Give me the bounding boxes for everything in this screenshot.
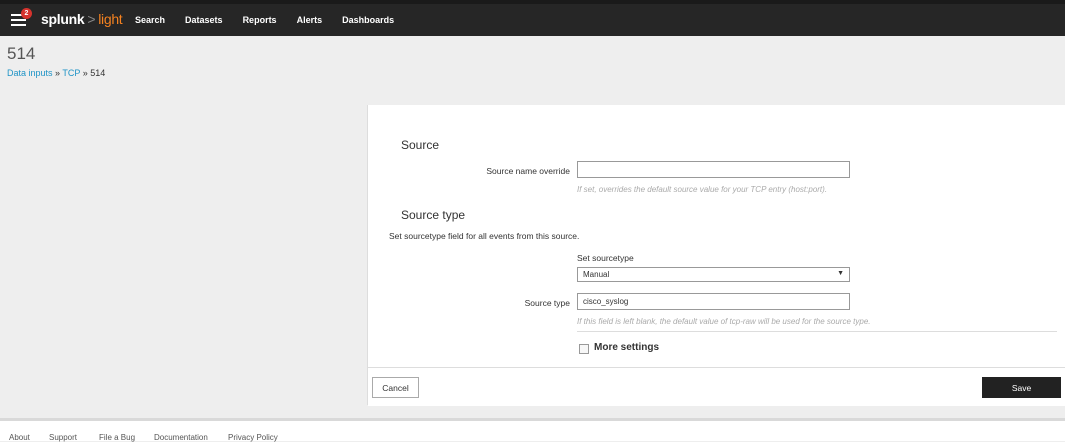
nav-dashboards[interactable]: Dashboards [342, 15, 394, 25]
page-title: 514 [7, 44, 36, 63]
main-nav: Search Datasets Reports Alerts Dashboard… [135, 15, 414, 25]
nav-reports[interactable]: Reports [243, 15, 277, 25]
breadcrumb: Data inputs » TCP » 514 [7, 68, 105, 78]
source-section-title: Source [401, 138, 440, 152]
more-settings-checkbox[interactable] [579, 344, 589, 354]
footer-links: About Support File a Bug Documentation P… [0, 421, 1065, 442]
source-name-override-label: Source name override [486, 166, 570, 176]
divider [577, 331, 1057, 332]
source-name-override-input[interactable] [577, 161, 850, 178]
form-action-bar: Cancel Save [368, 367, 1065, 406]
logo-separator: > [87, 11, 96, 27]
breadcrumb-separator: » [82, 68, 88, 78]
set-sourcetype-value: Manual [583, 270, 610, 279]
breadcrumb-tcp-link[interactable]: TCP [62, 68, 80, 78]
notification-badge[interactable]: 2 [21, 8, 32, 19]
edit-input-panel: Source Source name override If set, over… [367, 105, 1065, 406]
hamburger-menu-icon[interactable]: 2 [11, 8, 32, 28]
save-button[interactable]: Save [982, 377, 1061, 398]
breadcrumb-data-inputs-link[interactable]: Data inputs [7, 68, 53, 78]
breadcrumb-separator: » [55, 68, 61, 78]
set-sourcetype-select[interactable]: Manual ▼ [577, 267, 850, 282]
cancel-button[interactable]: Cancel [372, 377, 419, 398]
logo-product: light [98, 11, 123, 27]
top-navbar: 2 splunk > light Search Datasets Reports A… [0, 0, 1065, 36]
nav-datasets[interactable]: Datasets [185, 15, 223, 25]
source-type-section-title: Source type [401, 208, 466, 222]
logo-brand: splunk [41, 11, 85, 27]
breadcrumb-current: 514 [90, 68, 106, 78]
nav-search[interactable]: Search [135, 15, 165, 25]
nav-alerts[interactable]: Alerts [297, 15, 323, 25]
splunk-light-logo[interactable]: splunk > light [41, 11, 123, 27]
source-type-input[interactable] [577, 293, 850, 310]
source-type-description: Set sourcetype field for all events from… [389, 231, 580, 241]
source-name-help-text: If set, overrides the default source val… [577, 185, 828, 194]
source-type-help-text: If this field is left blank, the default… [577, 317, 871, 326]
source-type-label: Source type [524, 298, 570, 308]
set-sourcetype-label: Set sourcetype [577, 253, 634, 263]
more-settings-label[interactable]: More settings [594, 342, 659, 353]
dropdown-arrow-icon: ▼ [837, 270, 844, 277]
